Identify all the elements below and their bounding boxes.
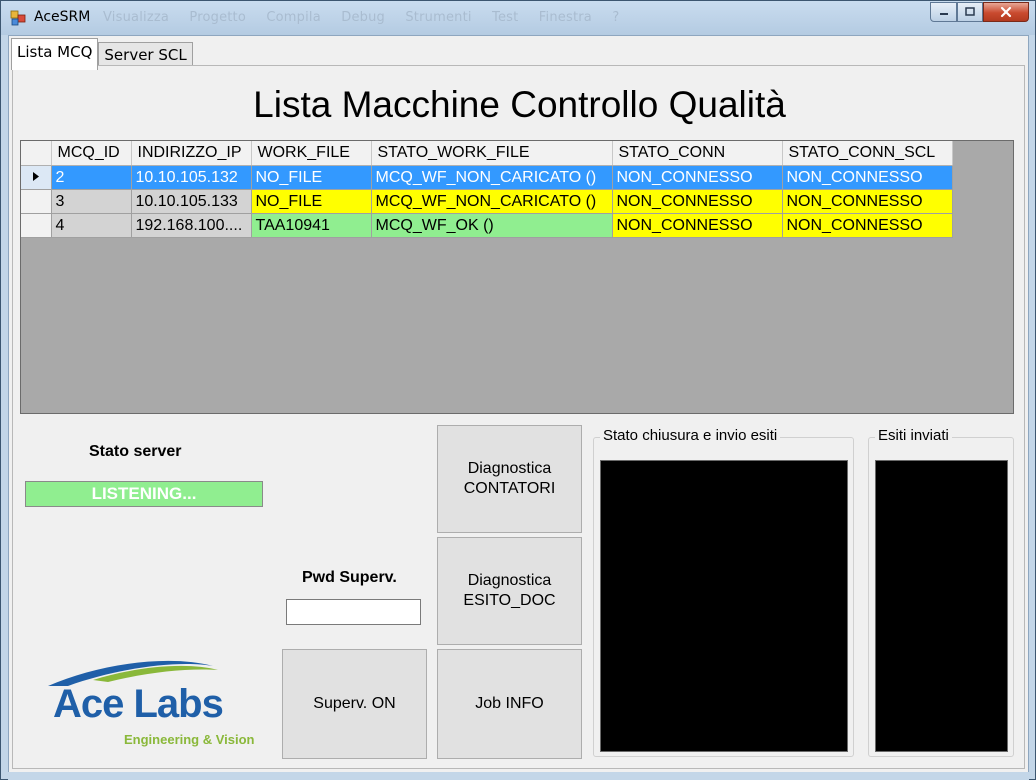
esiti-inviati-legend: Esiti inviati (875, 427, 952, 444)
grid-cell[interactable]: NON_CONNESSO (612, 213, 783, 238)
client-area: Lista MCQ Server SCL Lista Macchine Cont… (8, 35, 1029, 773)
ghost-menu-item: Compila (266, 10, 321, 25)
server-status-label: Stato server (89, 443, 182, 460)
ghost-menu-item: ? (612, 10, 620, 25)
grid-cell[interactable]: NON_CONNESSO (612, 165, 783, 190)
grid-cell[interactable]: NON_CONNESSO (782, 189, 953, 214)
ghost-menu: Visualizza Progetto Compila Debug Strume… (103, 10, 635, 25)
close-button[interactable] (983, 2, 1029, 22)
minimize-button[interactable] (930, 2, 957, 22)
column-header[interactable]: STATO_CONN_SCL (782, 141, 953, 166)
ghost-menu-item: Debug (341, 10, 386, 25)
stato-chiusura-group: Stato chiusura e invio esiti (593, 427, 854, 757)
esiti-inviati-group: Esiti inviati (868, 427, 1014, 757)
grid-cell[interactable]: MCQ_WF_NON_CARICATO () (371, 189, 613, 214)
esiti-inviati-log[interactable] (875, 460, 1008, 752)
pwd-superv-input[interactable] (286, 599, 421, 625)
grid-cell[interactable]: 192.168.100.... (131, 213, 252, 238)
grid-cell[interactable]: NON_CONNESSO (612, 189, 783, 214)
tab-server-scl[interactable]: Server SCL (98, 42, 193, 67)
page-title: Lista Macchine Controllo Qualità (253, 84, 786, 125)
mcq-table: MCQ_ID INDIRIZZO_IP WORK_FILE STATO_WORK… (21, 141, 953, 238)
ace-labs-logo: Ace Labs Engineering & Vision (38, 656, 258, 751)
grid-cell[interactable]: 3 (51, 189, 132, 214)
server-status-indicator: LISTENING... (25, 481, 263, 507)
logo-tagline: Engineering & Vision (124, 732, 255, 747)
grid-cell[interactable]: NON_CONNESSO (782, 213, 953, 238)
tab-lista-mcq[interactable]: Lista MCQ (11, 38, 99, 70)
grid-header-row: MCQ_ID INDIRIZZO_IP WORK_FILE STATO_WORK… (21, 141, 953, 166)
ghost-menu-item: Test (492, 10, 519, 25)
grid-cell[interactable]: 2 (51, 165, 132, 190)
window-title: AceSRM (34, 9, 91, 25)
ghost-menu-item: Finestra (538, 10, 592, 25)
tab-strip: Lista MCQ Server SCL (11, 38, 193, 70)
grid-cell[interactable]: NON_CONNESSO (782, 165, 953, 190)
diagnostica-contatori-button[interactable]: Diagnostica CONTATORI (437, 425, 582, 533)
grid-cell[interactable]: TAA10941 (251, 213, 372, 238)
tab-page-lista-mcq: Lista Macchine Controllo Qualità MCQ_ID … (12, 65, 1025, 769)
app-window: AceSRM Visualizza Progetto Compila Debug… (0, 0, 1036, 780)
close-icon (1000, 6, 1012, 18)
grid-cell[interactable]: 10.10.105.132 (131, 165, 252, 190)
app-icon (10, 10, 26, 26)
stato-chiusura-legend: Stato chiusura e invio esiti (600, 427, 781, 444)
superv-on-button[interactable]: Superv. ON (282, 649, 427, 759)
ghost-menu-item: Progetto (189, 10, 247, 25)
grid-cell[interactable]: NO_FILE (251, 189, 372, 214)
row-header[interactable] (21, 189, 52, 214)
column-header[interactable]: MCQ_ID (51, 141, 132, 166)
logo-name: Ace Labs (53, 682, 224, 726)
grid-cell[interactable]: MCQ_WF_OK () (371, 213, 613, 238)
window-bottom-border (8, 772, 1029, 780)
maximize-icon (965, 7, 975, 16)
grid-cell[interactable]: MCQ_WF_NON_CARICATO () (371, 165, 613, 190)
table-row[interactable]: 4 192.168.100.... TAA10941 MCQ_WF_OK () … (21, 213, 953, 238)
column-header[interactable]: STATO_WORK_FILE (371, 141, 613, 166)
row-header[interactable] (21, 213, 52, 238)
window-controls (930, 2, 1029, 22)
grid-cell[interactable]: 10.10.105.133 (131, 189, 252, 214)
mcq-data-grid[interactable]: MCQ_ID INDIRIZZO_IP WORK_FILE STATO_WORK… (20, 140, 1014, 414)
title-bar[interactable]: AceSRM Visualizza Progetto Compila Debug… (1, 1, 1035, 35)
column-header[interactable]: STATO_CONN (612, 141, 783, 166)
grid-cell[interactable]: NO_FILE (251, 165, 372, 190)
row-header-current[interactable] (21, 165, 52, 190)
table-row[interactable]: 3 10.10.105.133 NO_FILE MCQ_WF_NON_CARIC… (21, 189, 953, 214)
column-header[interactable]: WORK_FILE (251, 141, 372, 166)
ghost-menu-item: Visualizza (103, 10, 170, 25)
column-header[interactable]: INDIRIZZO_IP (131, 141, 252, 166)
job-info-button[interactable]: Job INFO (437, 649, 582, 759)
stato-chiusura-log[interactable] (600, 460, 848, 752)
diagnostica-esito-doc-button[interactable]: Diagnostica ESITO_DOC (437, 537, 582, 645)
ghost-menu-item: Strumenti (405, 10, 472, 25)
current-row-arrow-icon (32, 171, 39, 181)
minimize-icon (939, 13, 948, 15)
grid-cell[interactable]: 4 (51, 213, 132, 238)
grid-corner (21, 141, 52, 166)
pwd-superv-label: Pwd Superv. (302, 569, 397, 586)
maximize-button[interactable] (957, 2, 983, 22)
table-row[interactable]: 2 10.10.105.132 NO_FILE MCQ_WF_NON_CARIC… (21, 165, 953, 190)
